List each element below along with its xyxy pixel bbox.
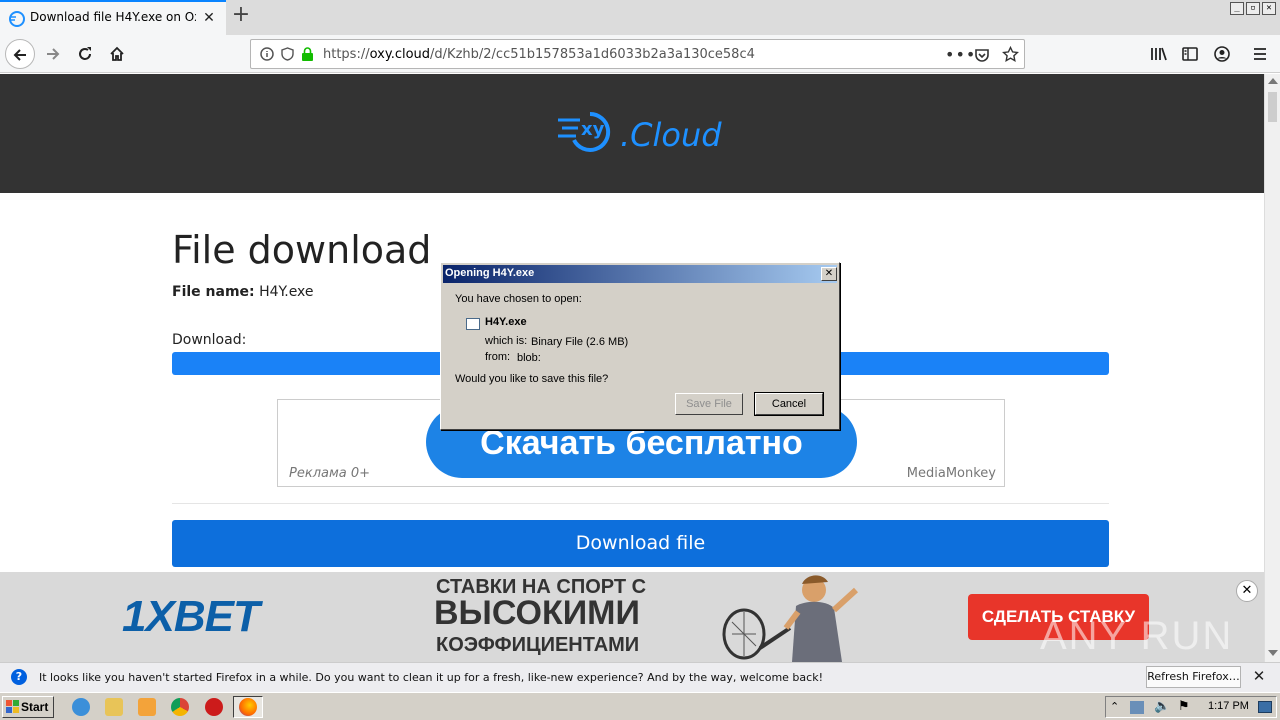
dialog-titlebar[interactable]: Opening H4Y.exe ✕	[443, 265, 837, 283]
reload-icon	[79, 47, 91, 60]
tennis-player-image	[722, 575, 859, 662]
windows-taskbar: Start ⌃ 🔈 ⚑ 1:17 PM	[0, 692, 1280, 720]
which-is-value: Binary File (2.6 MB)	[531, 336, 629, 348]
file-name-row: File name: H4Y.exe	[172, 284, 314, 300]
start-label: Start	[21, 700, 49, 714]
oxy-logo-mark-icon: xy	[558, 111, 611, 152]
notification-close-icon[interactable]: ✕	[1251, 668, 1267, 684]
download-label: Download:	[172, 332, 247, 348]
firefox-notification-bar: ? It looks like you haven't started Fire…	[0, 662, 1280, 692]
download-file-button[interactable]: Download file	[172, 520, 1109, 567]
site-logo[interactable]: xy .Cloud	[556, 106, 722, 156]
ad-label: Реклама 0+	[289, 466, 371, 481]
tab-strip: Download file H4Y.exe on Oxy.Cloud ✕ + _…	[0, 0, 1280, 35]
dialog-file-name: H4Y.exe	[485, 316, 527, 328]
ad-brand: MediaMonkey	[906, 466, 996, 481]
page-scrollbar[interactable]	[1264, 74, 1280, 662]
tab-close-icon[interactable]: ✕	[201, 10, 217, 26]
volume-icon[interactable]: 🔈	[1154, 699, 1170, 714]
pocket-icon[interactable]	[974, 47, 990, 63]
chrome-icon[interactable]	[171, 698, 189, 716]
tracking-shield-icon[interactable]	[281, 47, 294, 61]
taskbar-firefox-active[interactable]	[233, 696, 263, 718]
which-is-label: which is:	[485, 335, 528, 347]
opening-file-dialog: Opening H4Y.exe ✕ You have chosen to ope…	[440, 262, 840, 430]
scroll-up-arrow-icon[interactable]	[1268, 78, 1278, 84]
dialog-intro: You have chosen to open:	[455, 293, 582, 305]
dialog-title: Opening H4Y.exe	[445, 267, 535, 279]
system-tray: ⌃ 🔈 ⚑ 1:17 PM	[1105, 696, 1277, 718]
tab-active[interactable]: Download file H4Y.exe on Oxy.Cloud ✕	[0, 0, 226, 35]
logo-text: .Cloud	[620, 116, 722, 154]
action-center-flag-icon[interactable]: ⚑	[1178, 699, 1190, 714]
site-header: xy .Cloud	[0, 74, 1264, 193]
help-icon: ?	[11, 669, 27, 685]
refresh-firefox-button[interactable]: Refresh Firefox…	[1146, 666, 1241, 688]
dialog-close-button[interactable]: ✕	[821, 267, 837, 281]
home-icon	[110, 46, 124, 61]
scroll-thumb[interactable]	[1268, 92, 1277, 122]
file-icon	[466, 318, 480, 330]
account-icon[interactable]	[1214, 46, 1230, 62]
media-player-icon[interactable]	[138, 698, 156, 716]
window-close-button[interactable]: ✕	[1262, 2, 1276, 15]
banner-close-icon[interactable]: ✕	[1236, 580, 1258, 602]
cancel-button[interactable]: Cancel	[754, 392, 824, 416]
url-text: https://oxy.cloud/d/Kzhb/2/cc51b157853a1…	[323, 47, 755, 62]
scroll-down-arrow-icon[interactable]	[1268, 650, 1278, 656]
lock-icon[interactable]	[301, 47, 314, 62]
oxy-cloud-favicon-icon	[9, 11, 25, 27]
home-button[interactable]	[102, 39, 132, 69]
dialog-question: Would you like to save this file?	[455, 373, 609, 385]
restore-button[interactable]: ▫	[1246, 2, 1260, 15]
page-actions-icon[interactable]: •••	[945, 45, 976, 64]
hamburger-menu-icon[interactable]	[1252, 46, 1268, 62]
sidebar-icon[interactable]	[1182, 46, 1198, 62]
page-title: File download	[172, 228, 432, 272]
save-file-button[interactable]: Save File	[675, 393, 743, 415]
windows-flag-icon	[6, 700, 19, 713]
tab-title: Download file H4Y.exe on Oxy.Cloud	[30, 10, 196, 24]
divider	[172, 503, 1109, 504]
firefox-icon	[239, 698, 257, 716]
from-value: blob:	[517, 352, 541, 364]
opera-icon[interactable]	[205, 698, 223, 716]
notification-text: It looks like you haven't started Firefo…	[39, 671, 823, 684]
logo-mark-text: xy	[581, 119, 605, 140]
back-button[interactable]	[5, 39, 35, 69]
info-icon[interactable]	[260, 47, 274, 61]
from-label: from:	[485, 351, 511, 363]
file-name-value: H4Y.exe	[259, 284, 314, 300]
bookmark-star-icon[interactable]	[1002, 46, 1019, 63]
tray-expand-icon[interactable]: ⌃	[1110, 700, 1119, 713]
internet-explorer-icon[interactable]	[72, 698, 90, 716]
url-bar[interactable]: https://oxy.cloud/d/Kzhb/2/cc51b157853a1…	[250, 39, 1025, 69]
bottom-ad-banner[interactable]: 1XBET СТАВКИ НА СПОРТ С ВЫСОКИМИ КОЭФФИЦ…	[0, 572, 1264, 662]
banner-text-line-3: КОЭФФИЦИЕНТАМИ	[436, 634, 640, 656]
network-icon[interactable]	[1130, 701, 1144, 714]
start-button[interactable]: Start	[2, 696, 54, 718]
navigation-toolbar: https://oxy.cloud/d/Kzhb/2/cc51b157853a1…	[0, 35, 1280, 73]
reload-button[interactable]	[70, 39, 100, 69]
anyrun-watermark: ANY RUN	[1040, 614, 1234, 658]
banner-text-line-2: ВЫСОКИМИ	[434, 594, 640, 632]
library-icon[interactable]	[1150, 46, 1167, 62]
arrow-left-icon	[13, 49, 26, 61]
file-explorer-icon[interactable]	[105, 698, 123, 716]
file-name-label: File name:	[172, 284, 255, 300]
show-desktop-icon[interactable]	[1258, 701, 1272, 713]
clock: 1:17 PM	[1208, 700, 1249, 712]
new-tab-button[interactable]: +	[230, 4, 252, 27]
forward-button[interactable]	[38, 39, 68, 69]
arrow-right-icon	[47, 48, 60, 60]
banner-logo: 1XBET	[122, 592, 260, 641]
minimize-button[interactable]: _	[1230, 2, 1244, 15]
